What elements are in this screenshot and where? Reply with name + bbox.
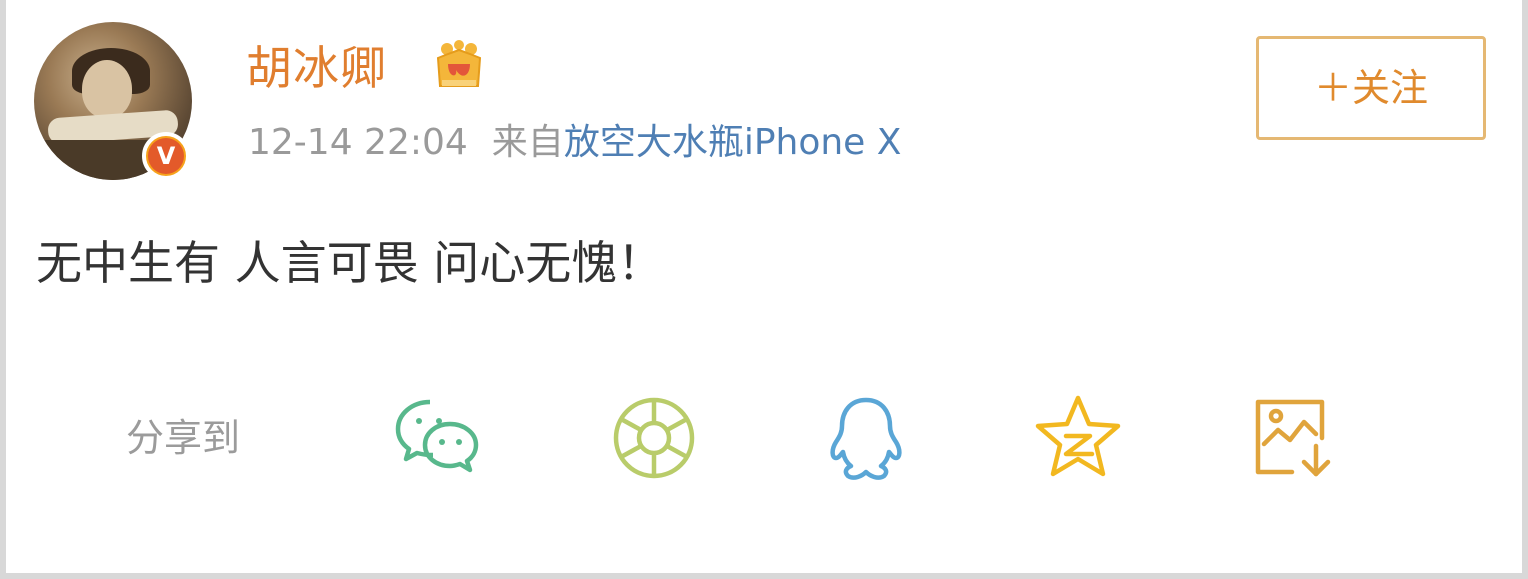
share-label: 分享到 <box>126 416 241 460</box>
moments-icon[interactable] <box>608 392 700 484</box>
qq-icon[interactable] <box>820 392 912 484</box>
qzone-icon[interactable] <box>1032 392 1124 484</box>
post-text: 无中生有 人言可畏 问心无愧！ <box>36 236 664 290</box>
post-meta: 12-14 22:04 来自放空大水瓶iPhone X <box>248 118 901 168</box>
verified-badge-icon: V <box>142 132 190 180</box>
verified-badge-text: V <box>156 142 176 170</box>
timestamp: 12-14 22:04 <box>248 122 468 163</box>
from-label: 来自 <box>491 122 564 163</box>
avatar-face <box>82 60 132 118</box>
follow-button[interactable]: ＋关注 <box>1256 36 1486 140</box>
vip-crown-icon <box>436 40 482 87</box>
weibo-post-card: V 胡冰卿 12-14 22:04 来自放空大水瓶iPhone X ＋关注 无中生… <box>6 0 1522 573</box>
save-image-icon[interactable] <box>1246 392 1338 484</box>
wechat-icon[interactable] <box>392 392 484 484</box>
source-link[interactable]: 放空大水瓶iPhone X <box>564 122 902 163</box>
username[interactable]: 胡冰卿 <box>246 36 387 100</box>
